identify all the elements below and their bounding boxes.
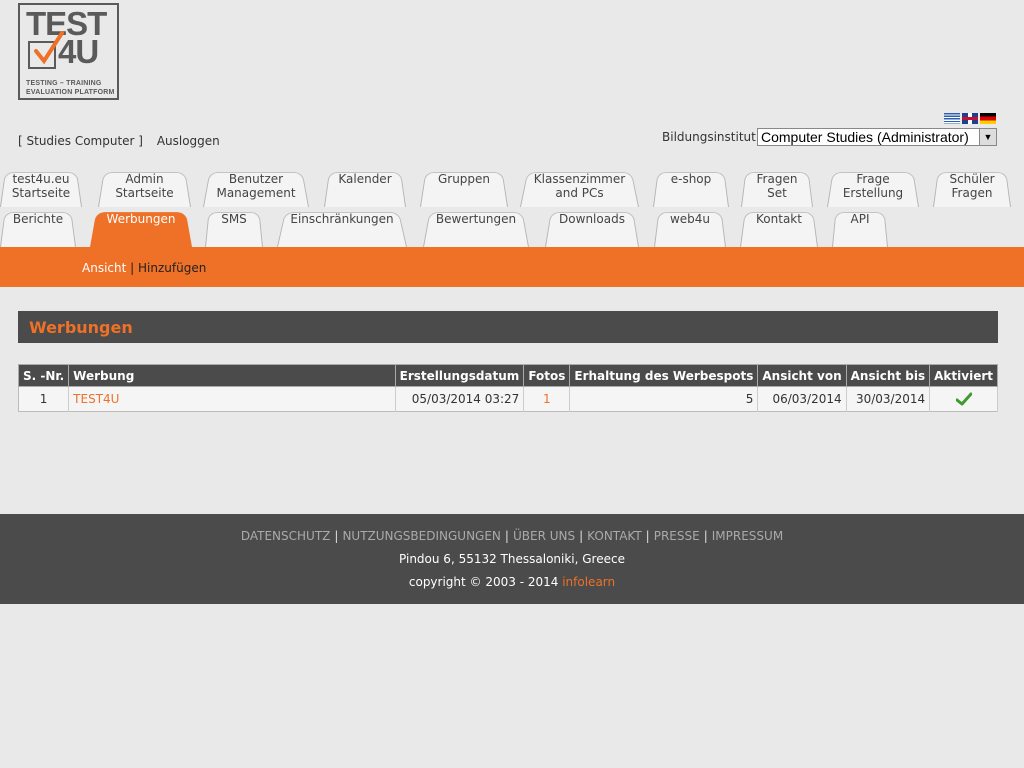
tab-api[interactable]: API <box>832 207 888 247</box>
col-header-erhaltung[interactable]: Erhaltung des Werbespots <box>569 364 759 387</box>
subnav-view-link[interactable]: Ansicht <box>82 261 126 275</box>
check-icon[interactable] <box>955 392 972 406</box>
tab-schueler-fragen[interactable]: Schüler Fragen <box>933 167 1011 207</box>
tab-admin-startseite[interactable]: Admin Startseite <box>98 167 191 207</box>
footer-link-presse[interactable]: PRESSE <box>654 529 700 543</box>
cell-werbung-link[interactable]: TEST4U <box>68 386 396 412</box>
col-header-erstellungsdatum[interactable]: Erstellungsdatum <box>394 364 525 387</box>
col-header-werbung[interactable]: Werbung <box>68 364 396 387</box>
tab-test4u-startseite[interactable]: test4u.eu Startseite <box>0 167 82 207</box>
cell-ansicht-bis: 30/03/2014 <box>846 386 931 412</box>
footer-link-impressum[interactable]: IMPRESSUM <box>712 529 783 543</box>
cell-erstellungsdatum: 05/03/2014 03:27 <box>395 386 525 412</box>
tab-werbungen[interactable]: Werbungen <box>90 207 192 247</box>
footer-separator: | <box>334 529 339 543</box>
tab-fragen-set[interactable]: Fragen Set <box>741 167 813 207</box>
tab-web4u[interactable]: web4u <box>654 207 726 247</box>
main-tabs-row1: test4u.eu Startseite Admin Startseite Benu… <box>0 167 1024 207</box>
subnav-separator: | <box>130 261 135 275</box>
tab-bewertungen[interactable]: Bewertungen <box>423 207 529 247</box>
footer-link-ueber-uns[interactable]: ÜBER UNS <box>513 529 575 543</box>
section-title-bar: Werbungen <box>18 311 998 343</box>
footer-address: Pindou 6, 55132 Thessaloniki, Greece <box>399 552 625 566</box>
tab-benutzer-management[interactable]: Benutzer Management <box>203 167 309 207</box>
ads-table: S. -Nr. Werbung Erstellungsdatum Fotos E… <box>17 364 998 412</box>
cell-aktiviert[interactable] <box>929 386 998 412</box>
footer-link-nutzungsbedingungen[interactable]: NUTZUNGSBEDINGUNGEN <box>342 529 500 543</box>
uk-flag-icon[interactable] <box>962 113 978 124</box>
subnav-links: Ansicht | Hinzufügen <box>82 261 206 275</box>
tab-downloads[interactable]: Downloads <box>545 207 639 247</box>
main-tabs-row2: Berichte Werbungen SMS Einschränkungen B… <box>0 207 1024 247</box>
logo-text-4u: 4U <box>58 33 99 70</box>
table-row: 1 TEST4U 05/03/2014 03:27 1 5 06/03/2014… <box>18 386 998 412</box>
col-header-fotos[interactable]: Fotos <box>523 364 571 387</box>
german-flag-icon[interactable] <box>980 113 996 124</box>
greek-flag-icon[interactable] <box>944 113 960 124</box>
cell-fotos-link[interactable]: 1 <box>523 386 571 412</box>
institute-label: Bildungsinstitut: <box>662 130 760 144</box>
footer-link-datenschutz[interactable]: DATENSCHUTZ <box>241 529 331 543</box>
institute-selected-value: Computer Studies (Administrator) <box>761 129 969 145</box>
test4u-logo[interactable]: TEST 4U TESTING – TRAINING EVALUATION PL… <box>18 3 119 100</box>
footer: DATENSCHUTZ | NUTZUNGSBEDINGUNGEN | ÜBER UNS… <box>0 514 1024 604</box>
copyright-text: copyright © 2003 - 2014 <box>408 575 563 589</box>
tab-einschraenkungen[interactable]: Einschränkungen <box>277 207 407 247</box>
footer-separator: | <box>703 529 708 543</box>
sub-navigation-bar: Ansicht | Hinzufügen <box>0 247 1024 287</box>
tab-kalender[interactable]: Kalender <box>324 167 406 207</box>
cell-nr: 1 <box>18 386 70 412</box>
tab-berichte[interactable]: Berichte <box>0 207 76 247</box>
cell-erhaltung: 5 <box>569 386 759 412</box>
dropdown-arrow-icon[interactable]: ▼ <box>979 129 996 145</box>
section-title: Werbungen <box>29 318 133 337</box>
institute-select[interactable]: Computer Studies (Administrator) ▼ <box>757 128 997 146</box>
footer-copyright: copyright © 2003 - 2014 infolearn <box>0 575 1024 589</box>
tab-sms[interactable]: SMS <box>205 207 263 247</box>
footer-separator: | <box>579 529 584 543</box>
infolearn-link[interactable]: infolearn <box>562 575 615 589</box>
language-flags <box>942 113 996 127</box>
user-name[interactable]: [ Studies Computer ] <box>18 134 143 148</box>
col-header-aktiviert[interactable]: Aktiviert <box>929 364 998 387</box>
tab-e-shop[interactable]: e-shop <box>653 167 729 207</box>
tab-klassenzimmer[interactable]: Klassenzimmer and PCs <box>520 167 639 207</box>
user-links: [ Studies Computer ] Ausloggen <box>18 134 230 148</box>
footer-separator: | <box>645 529 650 543</box>
footer-separator: | <box>504 529 509 543</box>
tab-kontakt[interactable]: Kontakt <box>740 207 818 247</box>
tab-gruppen[interactable]: Gruppen <box>420 167 508 207</box>
tab-frage-erstellung[interactable]: Frage Erstellung <box>827 167 919 207</box>
logo-tagline-1: TESTING – TRAINING <box>26 80 102 87</box>
col-header-nr[interactable]: S. -Nr. <box>17 364 70 387</box>
logo-tagline-2: EVALUATION PLATFORM <box>26 89 115 96</box>
footer-link-kontakt[interactable]: KONTAKT <box>587 529 642 543</box>
logout-link[interactable]: Ausloggen <box>157 134 220 148</box>
col-header-ansicht-von[interactable]: Ansicht von <box>757 364 847 387</box>
footer-links: DATENSCHUTZ | NUTZUNGSBEDINGUNGEN | ÜBER UNS… <box>0 529 1024 543</box>
col-header-ansicht-bis[interactable]: Ansicht bis <box>845 364 931 387</box>
table-header-row: S. -Nr. Werbung Erstellungsdatum Fotos E… <box>17 364 998 387</box>
subnav-add-link[interactable]: Hinzufügen <box>138 261 206 275</box>
cell-ansicht-von: 06/03/2014 <box>757 386 847 412</box>
